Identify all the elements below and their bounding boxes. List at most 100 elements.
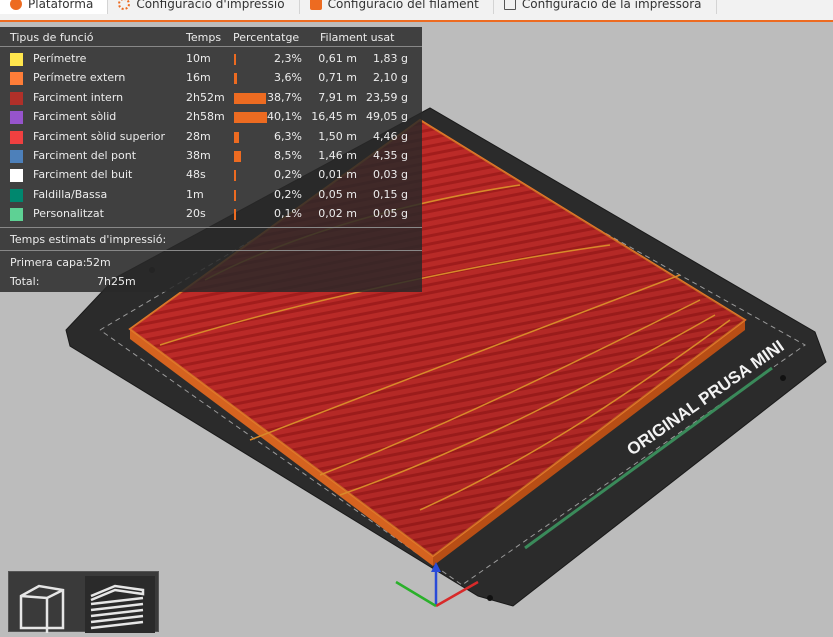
bed-hole <box>780 375 786 381</box>
feature-time: 2h58m <box>186 110 225 124</box>
tab-filament-settings[interactable]: Configuració del filament <box>300 0 494 14</box>
filament-weight: 4,35 g <box>373 149 408 162</box>
tab-plater[interactable]: Plataforma <box>0 0 109 14</box>
filament-weight: 1,83 g <box>373 52 408 65</box>
filament-weight: 2,10 g <box>373 71 408 85</box>
feature-percentage: 2,3% <box>274 52 302 65</box>
filament-length: 0,02 m <box>318 207 357 221</box>
filament-weight: 0,03 g <box>373 168 408 182</box>
view-3d-button[interactable] <box>13 576 83 633</box>
feature-name: Perímetre <box>33 52 87 65</box>
feature-time: 48s <box>186 168 206 182</box>
color-swatch <box>10 150 23 163</box>
percentage-bar <box>234 209 236 221</box>
tab-print-settings[interactable]: Configuració d'impressió <box>108 0 300 14</box>
total-label: Total: <box>10 275 40 288</box>
feature-time: 28m <box>186 129 211 143</box>
tab-label: Configuració de la impressora <box>521 0 702 11</box>
filament-length: 1,46 m <box>318 149 357 162</box>
legend-row[interactable]: Faldilla/Bassa 1m 0,2% 0,05 m 0,15 g <box>0 186 422 205</box>
bed-hole <box>487 595 493 601</box>
first-layer-label: Primera capa: <box>10 256 87 269</box>
filament-length: 7,91 m <box>318 90 357 104</box>
header-filament-used: Filament usat <box>320 31 395 44</box>
preview-button[interactable] <box>85 576 155 633</box>
filament-weight: 0,15 g <box>373 187 408 201</box>
estimated-times-title: Temps estimats d'impressió: <box>10 233 167 246</box>
filament-length: 0,71 m <box>318 71 357 85</box>
tab-label: Configuració d'impressió <box>136 0 285 11</box>
color-swatch <box>10 91 23 105</box>
filament-weight: 4,46 g <box>373 129 408 143</box>
percentage-bar <box>234 151 241 162</box>
axis-x <box>435 580 479 608</box>
spool-icon <box>309 0 322 10</box>
filament-length: 0,05 m <box>318 187 357 201</box>
legend-row[interactable]: Farciment intern 2h52m 38,7% 7,91 m 23,59 g <box>0 89 422 108</box>
header-time: Temps <box>186 31 222 44</box>
feature-percentage: 3,6% <box>274 71 302 85</box>
feature-name: Faldilla/Bassa <box>33 187 108 201</box>
feature-name: Farciment sòlid <box>33 110 117 124</box>
view-toolbar <box>8 571 159 633</box>
legend-row[interactable]: Farciment del buit 48s 0,2% 0,01 m 0,03 g <box>0 166 422 185</box>
legend-row[interactable]: Perímetre 10m 2,3% 0,61 m 1,83 g <box>0 50 422 69</box>
feature-time: 2h52m <box>186 90 225 104</box>
feature-percentage: 38,7% <box>267 90 302 104</box>
header-feature-type: Tipus de funció <box>10 31 94 44</box>
filament-length: 1,50 m <box>318 129 357 143</box>
legend-row[interactable]: Personalitzat 20s 0,1% 0,02 m 0,05 g <box>0 205 422 224</box>
percentage-bar <box>234 170 236 182</box>
feature-name: Farciment sòlid superior <box>33 129 166 143</box>
percentage-bar <box>234 189 236 201</box>
filament-length: 0,61 m <box>318 52 357 65</box>
percentage-bar <box>234 112 267 124</box>
feature-percentage: 8,5% <box>274 149 302 162</box>
layers-preview-icon <box>90 584 145 630</box>
filament-length: 16,45 m <box>311 110 357 124</box>
color-swatch <box>10 111 23 125</box>
percentage-bar <box>234 73 237 85</box>
feature-name: Personalitzat <box>33 207 104 221</box>
axis-y <box>395 580 437 608</box>
tab-label: Configuració del filament <box>327 0 479 11</box>
color-swatch <box>10 188 23 202</box>
feature-time: 20s <box>186 207 206 221</box>
tab-label: Plataforma <box>28 0 94 11</box>
legend-header: Tipus de funció Temps Percentatge Filame… <box>0 30 422 47</box>
filament-weight: 49,05 g <box>366 110 408 124</box>
feature-name: Farciment intern <box>33 90 124 104</box>
color-swatch <box>10 53 23 66</box>
percentage-bar <box>234 92 266 104</box>
percentage-bar <box>234 54 236 65</box>
feature-name: Farciment del pont <box>33 149 137 162</box>
feature-percentage: 0,2% <box>274 187 302 201</box>
gear-icon <box>118 0 131 10</box>
feature-time: 38m <box>186 149 211 162</box>
first-layer-value: 52m <box>86 256 111 269</box>
total-value: 7h25m <box>97 275 136 288</box>
feature-percentage: 0,2% <box>274 168 302 182</box>
filament-weight: 0,05 g <box>373 207 408 221</box>
legend-row[interactable]: Farciment sòlid 2h58m 40,1% 16,45 m 49,05 g <box>0 108 422 127</box>
cube-3d-icon <box>19 584 65 633</box>
legend-row[interactable]: Farciment sòlid superior 28m 6,3% 1,50 m 4,4… <box>0 128 422 147</box>
feature-time: 10m <box>186 52 211 65</box>
tab-bar: Plataforma Configuració d'impressió Conf… <box>0 0 833 22</box>
feature-time: 1m <box>186 187 204 201</box>
feature-percentage: 6,3% <box>274 129 302 143</box>
plater-icon <box>10 0 22 10</box>
color-swatch <box>10 72 23 86</box>
color-swatch <box>10 130 23 144</box>
feature-percentage: 40,1% <box>267 110 302 124</box>
tab-printer-settings[interactable]: Configuració de la impressora <box>494 0 717 14</box>
divider <box>0 227 422 228</box>
legend-row[interactable]: Farciment del pont 38m 8,5% 1,46 m 4,35 g <box>0 147 422 166</box>
feature-percentage: 0,1% <box>274 207 302 221</box>
percentage-bar <box>234 131 240 143</box>
header-percentage: Percentatge <box>233 31 300 44</box>
divider <box>0 250 422 251</box>
legend-row[interactable]: Perímetre extern 16m 3,6% 0,71 m 2,10 g <box>0 69 422 88</box>
feature-name: Perímetre extern <box>33 71 126 85</box>
color-swatch <box>10 208 23 222</box>
